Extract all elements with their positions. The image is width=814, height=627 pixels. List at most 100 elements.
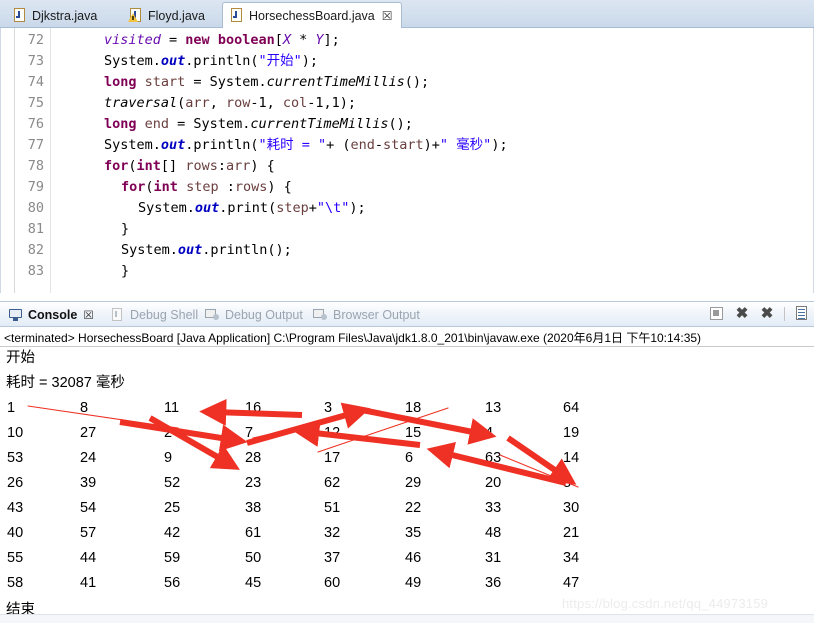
board-cell: 62 bbox=[324, 475, 341, 491]
board-cell: 5 bbox=[563, 475, 572, 491]
board-cell: 47 bbox=[563, 575, 580, 591]
code-line[interactable]: for(int[] rows:arr) { bbox=[104, 156, 275, 177]
board-cell: 48 bbox=[485, 525, 502, 541]
code-line[interactable]: long start = System.currentTimeMillis(); bbox=[104, 72, 429, 93]
editor-tab-horsechessboard[interactable]: HorsechessBoard.java ☒ bbox=[222, 2, 402, 29]
board-cell: 60 bbox=[324, 575, 341, 591]
remove-launch-button[interactable]: ✖ bbox=[734, 306, 750, 322]
board-cell: 28 bbox=[245, 450, 262, 466]
console-tab-label: Debug Shell bbox=[130, 308, 199, 322]
clear-console-button[interactable] bbox=[794, 306, 810, 322]
board-cell: 24 bbox=[80, 450, 97, 466]
remove-all-terminated-button[interactable]: ✖ bbox=[759, 306, 775, 322]
code-line[interactable]: } bbox=[121, 219, 129, 240]
board-cell: 52 bbox=[164, 475, 181, 491]
console-tab-bar: Console ☒ Debug Shell Debug Output Browser O… bbox=[0, 301, 814, 327]
code-line[interactable]: System.out.print(step+"\t"); bbox=[138, 198, 366, 219]
editor-tab-bar: Djkstra.java Floyd.java HorsechessBoard.ja… bbox=[0, 0, 814, 29]
console-toolbar[interactable]: ✖ ✖ bbox=[709, 303, 810, 325]
board-cell: 7 bbox=[245, 425, 254, 441]
board-cell: 59 bbox=[164, 550, 181, 566]
board-cell: 18 bbox=[405, 400, 422, 416]
board-cell: 38 bbox=[245, 500, 262, 516]
line-number: 80 bbox=[27, 200, 44, 216]
board-cell: 4 bbox=[485, 425, 494, 441]
board-cell: 1 bbox=[7, 400, 16, 416]
terminate-button[interactable] bbox=[709, 306, 725, 322]
board-cell: 58 bbox=[7, 575, 24, 591]
board-cell: 13 bbox=[485, 400, 502, 416]
board-cell: 45 bbox=[245, 575, 262, 591]
line-number: 75 bbox=[27, 95, 44, 111]
editor-tab-floyd[interactable]: Floyd.java bbox=[122, 3, 213, 28]
board-cell: 32 bbox=[324, 525, 341, 541]
code-line[interactable]: visited = new boolean[X * Y]; bbox=[104, 30, 340, 51]
board-cell: 27 bbox=[80, 425, 97, 441]
console-tab-browser-output[interactable]: Browser Output bbox=[313, 304, 420, 326]
board-cell: 40 bbox=[7, 525, 24, 541]
board-cell: 26 bbox=[7, 475, 24, 491]
board-cell: 53 bbox=[7, 450, 24, 466]
board-cell: 46 bbox=[405, 550, 422, 566]
board-cell: 43 bbox=[7, 500, 24, 516]
board-cell: 31 bbox=[485, 550, 502, 566]
code-line[interactable]: long end = System.currentTimeMillis(); bbox=[104, 114, 413, 135]
line-number: 78 bbox=[27, 158, 44, 174]
code-text-area[interactable]: visited = new boolean[X * Y]; System.out.… bbox=[53, 28, 813, 293]
console-output-area[interactable]: 开始 耗时 = 32087 毫秒 1 8 11 16 3 18 13 64 10 27 2 7 12 15 4 1… bbox=[0, 348, 814, 623]
board-cell: 29 bbox=[405, 475, 422, 491]
code-line[interactable]: System.out.println(); bbox=[121, 240, 292, 261]
arrow-3-to-4 bbox=[361, 407, 497, 445]
code-line[interactable]: System.out.println("耗时 = "+ (end-start)+… bbox=[104, 135, 508, 156]
line-number-gutter: 72 73 74 75 76 77 78 79 80 81 82 83 bbox=[1, 28, 51, 293]
board-cell: 57 bbox=[80, 525, 97, 541]
editor-tab-label: Floyd.java bbox=[148, 8, 205, 23]
code-editor[interactable]: 72 73 74 75 76 77 78 79 80 81 82 83 visited = new b… bbox=[0, 28, 814, 293]
console-tab-debug-shell[interactable]: Debug Shell bbox=[110, 304, 198, 326]
console-output-line: 开始 bbox=[6, 350, 35, 366]
code-line[interactable]: traversal(arr, row-1, col-1,1); bbox=[104, 93, 356, 114]
board-cell: 39 bbox=[80, 475, 97, 491]
board-cell: 30 bbox=[563, 500, 580, 516]
board-cell: 10 bbox=[7, 425, 24, 441]
editor-tab-djkstra[interactable]: Djkstra.java bbox=[6, 3, 105, 28]
code-line[interactable]: System.out.println("开始"); bbox=[104, 51, 318, 72]
arrow-16-to-3 bbox=[246, 402, 371, 446]
java-file-icon bbox=[230, 8, 244, 23]
board-cell: 11 bbox=[164, 400, 180, 416]
browser-output-icon bbox=[313, 308, 328, 322]
board-cell: 61 bbox=[245, 525, 262, 541]
board-cell: 16 bbox=[245, 400, 262, 416]
board-cell: 15 bbox=[405, 425, 422, 441]
board-cell: 19 bbox=[563, 425, 580, 441]
arrow-27-to-2 bbox=[119, 419, 248, 452]
java-file-icon bbox=[110, 308, 125, 322]
line-number: 72 bbox=[27, 32, 44, 48]
board-cell: 64 bbox=[563, 400, 580, 416]
board-cell: 12 bbox=[324, 425, 341, 441]
arrow-8-to-9 bbox=[148, 415, 240, 470]
console-tab-label: Debug Output bbox=[225, 308, 303, 322]
board-cell: 34 bbox=[563, 550, 580, 566]
line-number: 82 bbox=[27, 242, 44, 258]
console-tab-close-icon[interactable]: ☒ bbox=[83, 308, 93, 322]
console-tab-console[interactable]: Console ☒ bbox=[8, 304, 94, 326]
code-line[interactable]: for(int step :rows) { bbox=[121, 177, 292, 198]
board-cell: 42 bbox=[164, 525, 181, 541]
board-cell: 37 bbox=[324, 550, 341, 566]
arrow-30-to-6 bbox=[426, 442, 567, 486]
board-cell: 49 bbox=[405, 575, 422, 591]
code-line[interactable]: } bbox=[121, 261, 129, 282]
window-bottom-edge bbox=[0, 614, 814, 623]
console-tab-debug-output[interactable]: Debug Output bbox=[205, 304, 303, 326]
board-cell: 9 bbox=[164, 450, 173, 466]
console-monitor-icon bbox=[8, 308, 23, 322]
java-file-warning-icon bbox=[128, 8, 143, 23]
tab-close-icon[interactable]: ☒ bbox=[382, 10, 393, 22]
board-cell: 51 bbox=[324, 500, 341, 516]
board-cell: 21 bbox=[563, 525, 580, 541]
board-cell: 14 bbox=[563, 450, 580, 466]
board-cell: 6 bbox=[405, 450, 414, 466]
console-tab-label: Browser Output bbox=[333, 308, 420, 322]
line-number: 76 bbox=[27, 116, 44, 132]
